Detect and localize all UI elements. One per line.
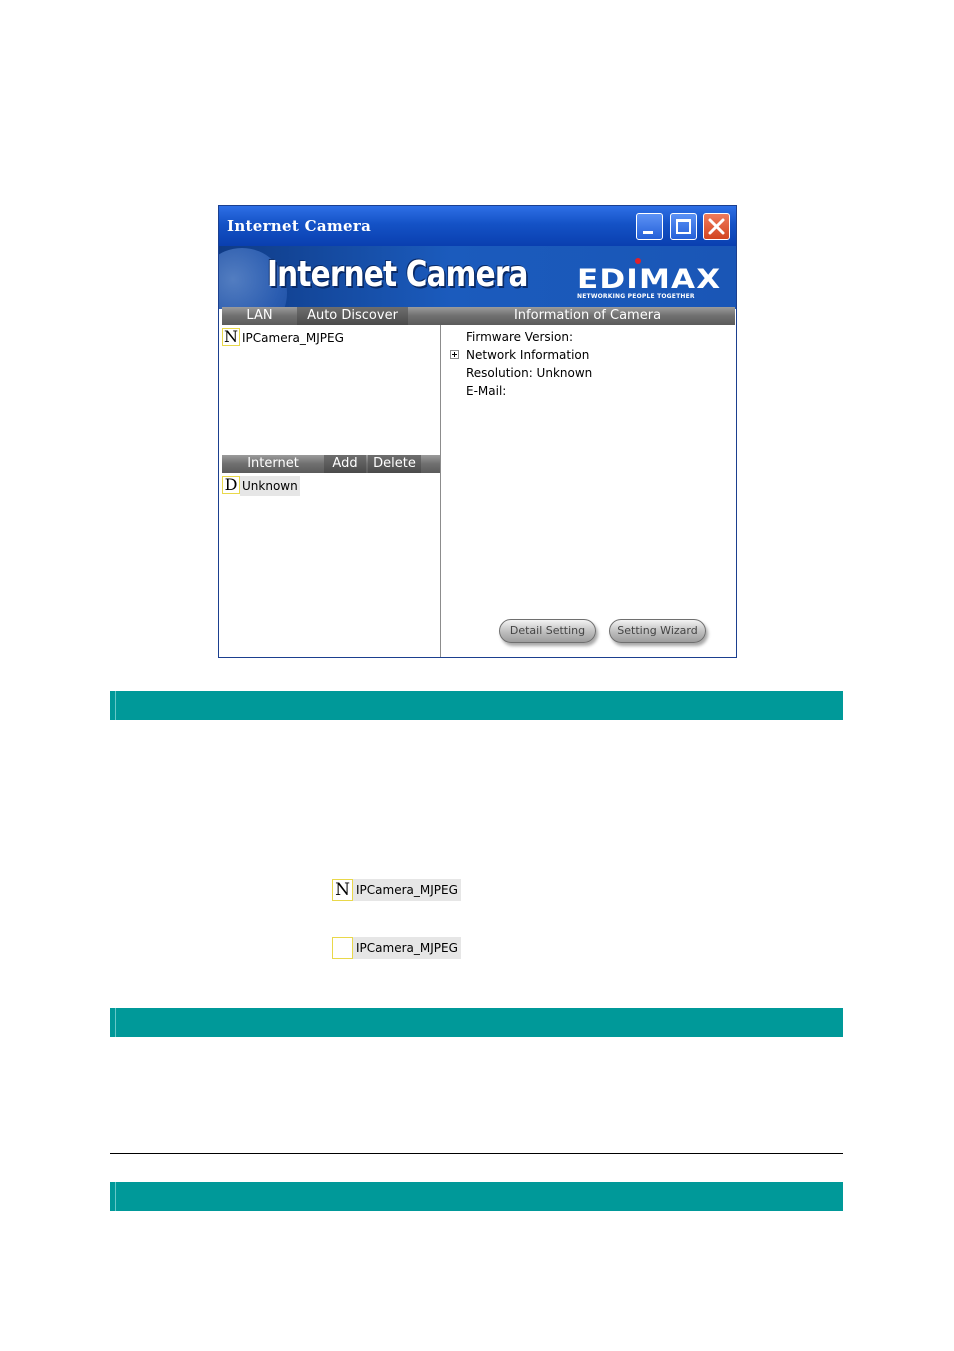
minimize-button[interactable] — [636, 213, 663, 240]
status-badge: N — [332, 879, 353, 901]
expand-icon[interactable] — [450, 350, 459, 359]
maximize-button[interactable] — [670, 213, 697, 240]
email-row: E-Mail: — [466, 384, 507, 398]
internet-tab-bar: Internet Add Delete — [222, 455, 440, 473]
status-badge — [332, 937, 353, 959]
minimize-icon — [643, 231, 653, 234]
banner: Internet Camera EDIMAX NETWORKING PEOPLE… — [219, 246, 736, 309]
edimax-logo: EDIMAX — [577, 264, 722, 295]
tab-internet[interactable]: Internet — [222, 455, 324, 473]
close-icon — [708, 218, 725, 235]
logo-tagline: NETWORKING PEOPLE TOGETHER — [577, 293, 695, 300]
camera-name: IPCamera_MJPEG — [353, 937, 461, 959]
network-information-label: Network Information — [466, 348, 590, 362]
add-button[interactable]: Add — [324, 455, 366, 473]
list-item[interactable]: N IPCamera_MJPEG — [222, 328, 438, 348]
info-header: Information of Camera — [440, 307, 735, 325]
camera-name: IPCamera_MJPEG — [353, 879, 461, 901]
maximize-icon — [676, 219, 691, 234]
window-title: Internet Camera — [227, 217, 372, 235]
close-button[interactable] — [703, 213, 730, 240]
network-information-row[interactable]: Network Information — [447, 346, 732, 364]
tab-lan[interactable]: LAN — [222, 307, 297, 325]
pane-divider[interactable] — [440, 325, 441, 657]
firmware-version-row: Firmware Version: — [466, 330, 573, 344]
status-example-connected: N IPCamera_MJPEG — [332, 879, 461, 901]
lan-tab-bar: LAN Auto Discover — [222, 307, 440, 325]
section-bar — [110, 1182, 843, 1211]
camera-name: Unknown — [240, 476, 300, 496]
title-bar[interactable]: Internet Camera — [219, 206, 736, 246]
status-badge: D — [222, 476, 240, 494]
logo-dot — [635, 258, 641, 264]
delete-button[interactable]: Delete — [368, 455, 421, 473]
horizontal-rule — [110, 1153, 843, 1154]
camera-name: IPCamera_MJPEG — [242, 331, 344, 345]
banner-title: Internet Camera — [267, 254, 528, 295]
section-bar — [110, 1008, 843, 1037]
setting-wizard-button[interactable]: Setting Wizard — [609, 619, 706, 643]
tab-auto-discover[interactable]: Auto Discover — [297, 307, 408, 325]
internet-camera-window: Internet Camera Internet Camera EDIMAX N… — [218, 205, 737, 658]
status-example-empty: IPCamera_MJPEG — [332, 937, 461, 959]
resolution-row: Resolution: Unknown — [466, 366, 593, 380]
internet-camera-list: D Unknown — [222, 476, 438, 656]
camera-info-panel: Firmware Version: Network Information Re… — [447, 328, 732, 400]
status-badge: N — [222, 327, 240, 346]
lan-camera-list: N IPCamera_MJPEG — [222, 328, 438, 454]
section-bar — [110, 691, 843, 720]
detail-setting-button[interactable]: Detail Setting — [499, 619, 596, 643]
list-item[interactable]: D Unknown — [222, 476, 438, 496]
info-header-label: Information of Camera — [513, 308, 662, 323]
